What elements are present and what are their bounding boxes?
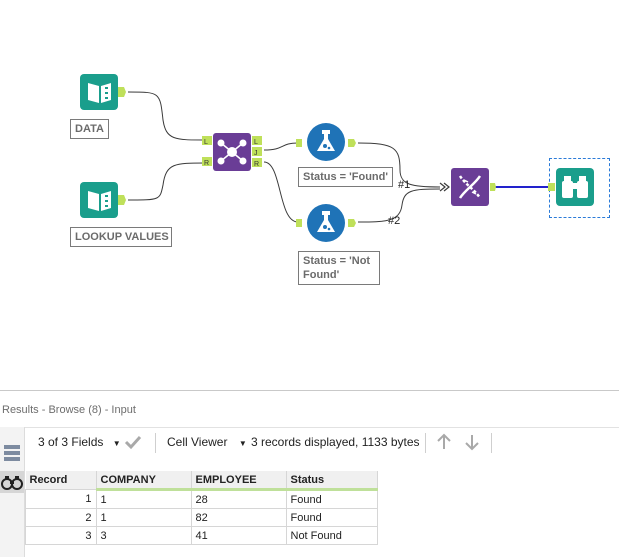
join-anchor-right-out: R <box>254 161 259 168</box>
union-tool[interactable] <box>451 168 497 206</box>
connection-label-2: #2 <box>388 215 401 227</box>
join-tool[interactable]: L R L J R <box>202 133 266 171</box>
binoculars-icon[interactable] <box>1 473 23 491</box>
column-header-employee[interactable]: EMPLOYEE <box>191 471 287 491</box>
cell-record: 1 <box>25 489 97 509</box>
dna-icon <box>451 168 496 206</box>
arrow-down-icon[interactable] <box>464 433 480 451</box>
cell-record: 2 <box>25 508 97 527</box>
toolbar-divider <box>155 433 156 453</box>
join-anchor-left-in: L <box>204 139 208 146</box>
workflow-canvas[interactable]: DATA LOOKUP VALUES L R L J R Status = 'F… <box>0 0 619 390</box>
cell-status[interactable]: Not Found <box>285 526 378 545</box>
join-anchor-left-out: L <box>254 139 258 146</box>
records-info: 3 records displayed, 1133 bytes <box>251 435 420 449</box>
cell-company[interactable]: 1 <box>95 508 192 527</box>
join-icon: L R L J R <box>202 133 262 171</box>
fields-selector[interactable]: 3 of 3 Fields ▼ <box>38 435 121 449</box>
filter-found-label: Status = 'Found' <box>298 167 393 187</box>
union-multi-input-marker <box>439 182 450 192</box>
cell-company[interactable]: 1 <box>95 489 192 509</box>
column-header-record[interactable]: Record <box>25 471 97 490</box>
cell-company[interactable]: 3 <box>95 526 192 545</box>
results-title: Results - Browse (8) - Input <box>2 404 136 416</box>
cell-record: 3 <box>25 526 97 545</box>
cell-status[interactable]: Found <box>285 508 378 527</box>
filter-found-tool[interactable] <box>296 122 360 162</box>
cell-employee[interactable]: 82 <box>190 508 287 527</box>
browse-tool[interactable] <box>548 167 600 207</box>
input-lookup-label: LOOKUP VALUES <box>70 227 172 247</box>
fields-selector-label: 3 of 3 Fields <box>38 435 104 449</box>
table-row[interactable]: 1 1 28 Found <box>25 489 378 509</box>
results-toolbar: 3 of 3 Fields ▼ Cell Viewer ▼ 3 records … <box>0 427 619 457</box>
cell-viewer-label: Cell Viewer <box>167 435 228 449</box>
connection-lookup-to-join <box>127 162 206 201</box>
chevron-down-icon: ▼ <box>112 439 121 448</box>
input-data-tool[interactable] <box>80 74 128 110</box>
join-anchor-right-in: R <box>204 160 209 167</box>
cell-viewer-selector[interactable]: Cell Viewer ▼ <box>167 435 247 449</box>
join-anchor-join-out: J <box>254 150 258 157</box>
filter-notfound-tool[interactable] <box>296 203 360 243</box>
chevron-down-icon: ▼ <box>238 439 247 448</box>
table-row[interactable]: 2 1 82 Found <box>25 508 378 527</box>
connection-join-to-filter-notfound <box>263 161 299 223</box>
toolbar-divider <box>491 433 492 453</box>
connection-label-1: #1 <box>398 179 411 191</box>
connection-data-to-join <box>127 91 206 141</box>
filter-notfound-label: Status = 'Not Found' <box>298 251 380 285</box>
column-header-status[interactable]: Status <box>286 471 378 491</box>
flask-icon <box>296 123 356 161</box>
input-lookup-tool[interactable] <box>80 182 128 218</box>
cell-employee[interactable]: 41 <box>190 526 287 545</box>
filter-notfound-label-line2: Found' <box>303 269 340 281</box>
input-data-label: DATA <box>70 119 109 139</box>
binoculars-icon <box>548 168 594 206</box>
flask-icon <box>296 204 356 242</box>
results-grid: Record COMPANY EMPLOYEE Status 1 1 28 Fo… <box>25 471 378 545</box>
book-icon <box>80 182 126 218</box>
results-title-bar: Results - Browse (8) - Input <box>0 390 619 428</box>
grid-header-row: Record COMPANY EMPLOYEE Status <box>25 471 378 491</box>
arrow-up-icon[interactable] <box>436 433 452 451</box>
cell-employee[interactable]: 28 <box>190 489 287 509</box>
table-row[interactable]: 3 3 41 Not Found <box>25 526 378 545</box>
toolbar-divider <box>425 433 426 453</box>
checkmark-icon[interactable] <box>124 434 142 450</box>
filter-notfound-label-line1: Status = 'Not <box>303 255 371 267</box>
column-header-company[interactable]: COMPANY <box>96 471 192 491</box>
book-icon <box>80 74 126 110</box>
cell-status[interactable]: Found <box>285 489 378 509</box>
connection-join-to-filter-found <box>263 142 299 151</box>
